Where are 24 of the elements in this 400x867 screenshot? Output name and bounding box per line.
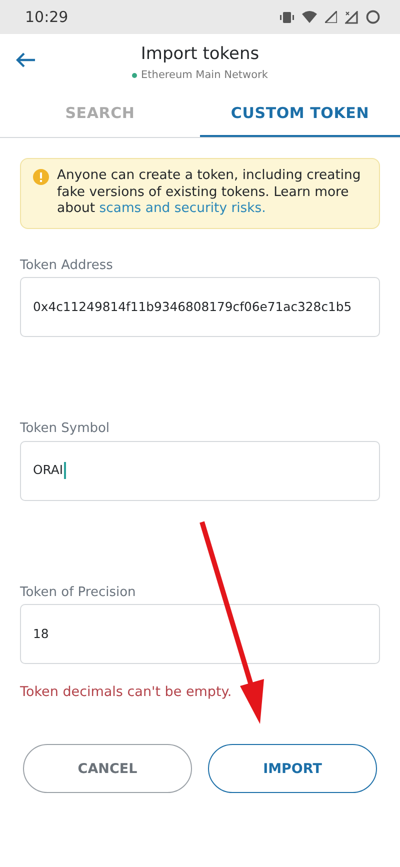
security-risks-link[interactable]: scams and security risks. (99, 201, 266, 216)
network-status-dot (132, 73, 138, 78)
page-title: Import tokens (140, 43, 260, 66)
input-field[interactable]: 0x4c11249814f11b9346808179cf06e71ac328c1b5 (20, 277, 380, 337)
input-field[interactable]: 18 (20, 604, 380, 664)
field-label: Token of Precision (20, 584, 137, 602)
status-time: 10:29 (25, 6, 68, 28)
wifi-icon (302, 11, 317, 23)
tab[interactable]: CUSTOM TOKEN (200, 92, 400, 137)
battery-saver-icon (366, 10, 380, 24)
network-name: Ethereum Main Network (141, 68, 268, 83)
warning-text: Anyone can create a token, including creating fake versions of existing tokens. Learn more about scams and security risks. (57, 168, 362, 218)
field-label: Token Address (20, 256, 114, 274)
import-button[interactable]: IMPORT (208, 744, 377, 794)
signal-icon (325, 11, 337, 23)
error-message: Token decimals can't be empty. (20, 683, 233, 702)
input-field[interactable]: ORAI (20, 440, 380, 500)
back-button[interactable] (14, 50, 38, 70)
signal-icon (345, 10, 358, 24)
back-arrow-icon (16, 52, 36, 68)
field-label: Token Symbol (20, 420, 111, 438)
vibrate-icon (280, 10, 294, 24)
warning-icon (33, 169, 49, 185)
cancel-button[interactable]: CANCEL (23, 744, 192, 794)
